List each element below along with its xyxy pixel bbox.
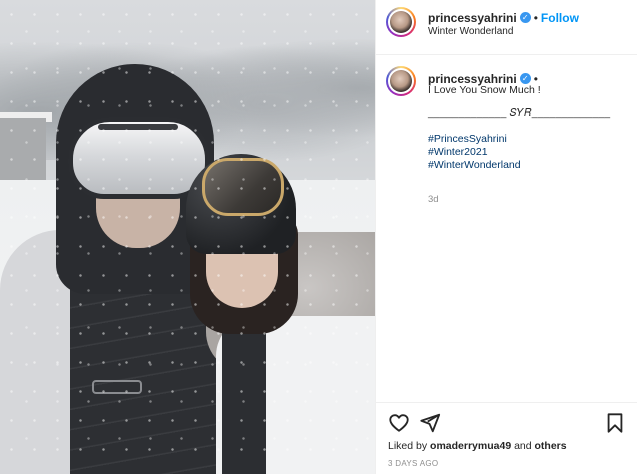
avatar-ring [388,9,414,35]
avatar[interactable] [386,7,416,37]
post-header: princessyahrini ✓ • Follow Winter Wonderlan… [376,0,637,55]
avatar-image [390,70,412,92]
avatar-ring [388,68,414,94]
post-date[interactable]: 3 DAYS AGO [388,459,438,468]
bookmark-icon[interactable] [604,412,626,434]
post-side-panel: princessyahrini ✓ • Follow Winter Wonderlan… [376,0,637,474]
caption-text: I Love You Snow Much ! [428,84,541,96]
caption-time-ago[interactable]: 3d [428,194,439,205]
hashtag-link[interactable]: #WinterWonderland [428,159,628,172]
heart-icon[interactable] [388,412,410,434]
separator-dot: • [533,11,538,25]
header-username[interactable]: princessyahrini [428,11,517,25]
verified-badge-icon: ✓ [519,73,531,85]
hashtag-link[interactable]: #PrincesSyahrini [428,133,628,146]
caption-signature: _____________ 𝑆𝑌𝑅_____________ [428,107,611,119]
instagram-post: princessyahrini ✓ • Follow Winter Wonderlan… [0,0,637,474]
liked-by-username[interactable]: omaderrymua49 [430,440,511,452]
header-user-line: princessyahrini ✓ • Follow [428,9,579,27]
caption-section: princessyahrini ✓ • I Love You Snow Much !… [376,56,637,401]
likes-summary: Liked by omaderrymua49 and others [388,440,567,452]
post-photo[interactable] [0,0,376,474]
location-link[interactable]: Winter Wonderland [428,26,513,37]
verified-badge-icon: ✓ [519,12,531,24]
follow-button[interactable]: Follow [541,11,579,25]
share-icon[interactable] [419,412,441,434]
caption-avatar[interactable] [386,66,416,96]
post-actions: Liked by omaderrymua49 and others 3 DAYS… [376,402,637,474]
likes-prefix: Liked by [388,440,431,452]
liked-by-others-link[interactable]: others [535,440,567,452]
likes-and: and [511,440,535,452]
hashtag-link[interactable]: #Winter2021 [428,146,628,159]
snowfall-overlay [0,0,375,474]
caption-body: I Love You Snow Much ! _____________ 𝑆𝑌𝑅… [428,84,628,172]
avatar-image [390,11,412,33]
